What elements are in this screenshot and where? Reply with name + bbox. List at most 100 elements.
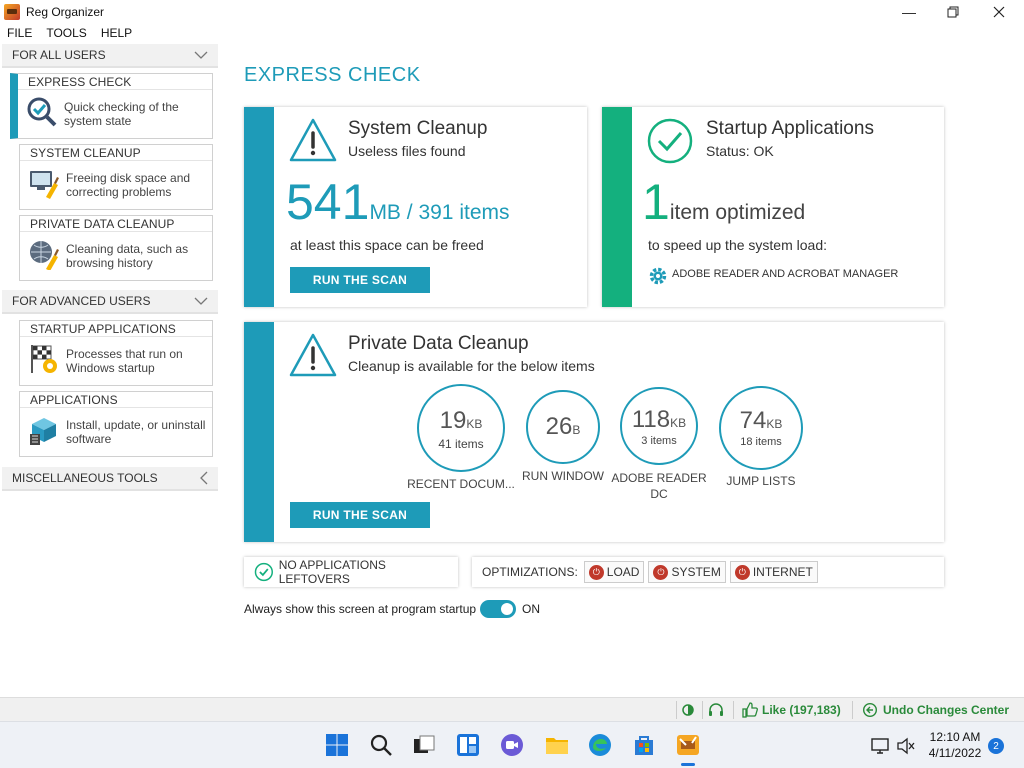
broom-computer-icon	[30, 171, 59, 199]
undo-label: Undo Changes Center	[883, 703, 1010, 717]
circle-label: JUMP LISTS	[726, 474, 796, 488]
undo-icon	[862, 702, 878, 718]
reg-organizer-app-icon[interactable]	[676, 733, 700, 757]
sidebar-item-express-check[interactable]: EXPRESS CHECK Quick checking of the syst…	[10, 73, 213, 139]
run-window-circle[interactable]: 26B	[526, 390, 600, 464]
widgets-icon[interactable]	[456, 733, 480, 757]
close-button[interactable]	[976, 0, 1022, 24]
sidebar-item-desc: Processes that run on Windows startup	[66, 347, 183, 375]
group-for-advanced-users[interactable]: FOR ADVANCED USERS	[2, 290, 218, 314]
circle-value: 74KB	[721, 408, 801, 437]
leftovers-status[interactable]: NO APPLICATIONS LEFTOVERS	[244, 557, 458, 587]
headset-icon	[709, 703, 723, 716]
chevron-down-icon	[194, 51, 208, 59]
store-icon[interactable]	[632, 733, 656, 757]
circle-label: ADOBE READER DC	[611, 471, 707, 501]
card-subtitle: Status: OK	[706, 143, 774, 159]
menu-bar: FILE TOOLS HELP	[0, 24, 139, 42]
support-button[interactable]	[707, 698, 725, 722]
sidebar-item-label: PRIVATE DATA CLEANUP	[30, 217, 175, 231]
card-accent-stripe	[602, 107, 632, 307]
sidebar-item-label: STARTUP APPLICATIONS	[30, 322, 176, 336]
card-subtitle: Cleanup is available for the below items	[348, 358, 595, 374]
notification-badge[interactable]: 2	[988, 738, 1004, 754]
menu-tools[interactable]: TOOLS	[39, 24, 93, 42]
adobe-reader-circle[interactable]: 118KB 3 items	[620, 387, 698, 465]
card-title: Private Data Cleanup	[348, 333, 529, 354]
run-scan-button[interactable]: RUN THE SCAN	[290, 502, 430, 528]
task-view-icon[interactable]	[412, 733, 436, 757]
value-number: 19	[439, 407, 467, 434]
button-label: LOAD	[606, 565, 640, 579]
menu-file[interactable]: FILE	[0, 24, 39, 42]
warning-icon	[289, 333, 337, 377]
restore-icon	[947, 6, 959, 18]
run-scan-button[interactable]: RUN THE SCAN	[290, 267, 430, 293]
title-bar: Reg Organizer	[0, 0, 1024, 24]
button-label: SYSTEM	[671, 565, 721, 579]
power-icon: ⏻	[588, 564, 604, 580]
maximize-button[interactable]	[930, 0, 976, 24]
jump-lists-circle[interactable]: 74KB 18 items	[719, 386, 803, 470]
size-number: 541	[286, 174, 370, 230]
value-number: 26	[545, 413, 573, 440]
card-accent-stripe	[244, 107, 274, 307]
circle-label: RUN WINDOW	[522, 469, 604, 483]
divider	[852, 701, 853, 719]
menu-help[interactable]: HELP	[94, 24, 139, 42]
power-icon: ⏻	[653, 564, 669, 580]
sidebar: FOR ALL USERS EXPRESS CHECK Quick checki…	[0, 44, 220, 696]
page-title: EXPRESS CHECK	[244, 64, 421, 86]
divider	[702, 701, 703, 719]
window-title: Reg Organizer	[26, 5, 105, 19]
optimize-system-button[interactable]: ⏻ SYSTEM	[648, 561, 726, 583]
items-optimized-value: 1item optimized	[642, 173, 805, 231]
clock-date: 4/11/2022	[928, 746, 982, 760]
theme-button[interactable]	[680, 698, 696, 722]
warning-icon	[289, 118, 337, 162]
clock-time: 12:10 AM	[929, 730, 981, 744]
edge-browser-icon[interactable]	[588, 733, 612, 757]
like-button[interactable]: Like (197,183)	[742, 698, 841, 722]
like-count: Like (197,183)	[762, 703, 841, 717]
value-unit: KB	[766, 417, 783, 431]
sidebar-item-startup-applications[interactable]: STARTUP APPLICATIONS Processes that run …	[19, 320, 213, 386]
windows-start-icon[interactable]	[325, 733, 349, 757]
value-number: 74	[739, 407, 767, 434]
undo-changes-center-link[interactable]: Undo Changes Center	[862, 698, 1009, 722]
sidebar-item-desc: Cleaning data, such as browsing history	[66, 242, 189, 270]
taskbar: 12:10 AM 4/11/2022 2	[0, 721, 1024, 768]
divider	[18, 89, 212, 90]
startup-toggle-switch[interactable]	[480, 600, 516, 618]
recent-documents-circle[interactable]: 19KB 41 items	[417, 384, 505, 472]
sidebar-item-system-cleanup[interactable]: SYSTEM CLEANUP Freeing disk space and co…	[19, 144, 213, 210]
sidebar-item-private-data-cleanup[interactable]: PRIVATE DATA CLEANUP Cleaning data, such…	[19, 215, 213, 281]
circle-value: 118KB	[622, 407, 696, 436]
search-icon[interactable]	[369, 733, 393, 757]
group-miscellaneous-tools[interactable]: MISCELLANEOUS TOOLS	[2, 467, 218, 491]
system-clock[interactable]: 12:10 AM 4/11/2022	[920, 729, 990, 761]
sidebar-item-desc: Install, update, or uninstall software	[66, 418, 206, 446]
sidebar-item-label: EXPRESS CHECK	[28, 75, 132, 89]
gear-icon	[649, 267, 667, 285]
power-icon: ⏻	[734, 564, 750, 580]
leftovers-label: NO APPLICATIONS LEFTOVERS	[278, 558, 386, 586]
chat-icon[interactable]	[500, 733, 524, 757]
minimize-button[interactable]: —	[886, 0, 932, 24]
group-for-all-users[interactable]: FOR ALL USERS	[2, 44, 218, 68]
optimize-load-button[interactable]: ⏻ LOAD	[583, 561, 645, 583]
sidebar-item-label: APPLICATIONS	[30, 393, 118, 407]
group-label: FOR ADVANCED USERS	[12, 294, 151, 308]
card-note: to speed up the system load:	[648, 237, 827, 253]
count-number: 1	[642, 174, 670, 230]
volume-muted-icon[interactable]	[896, 736, 916, 756]
network-icon[interactable]	[870, 736, 890, 756]
optimized-app-name: ADOBE READER AND ACROBAT MANAGER	[672, 268, 899, 280]
circle-count: 18 items	[740, 436, 782, 448]
brightness-icon	[682, 704, 694, 716]
value-unit: KB	[670, 416, 687, 430]
optimize-internet-button[interactable]: ⏻ INTERNET	[729, 561, 818, 583]
group-label: FOR ALL USERS	[12, 48, 106, 62]
file-explorer-icon[interactable]	[545, 733, 569, 757]
sidebar-item-applications[interactable]: APPLICATIONS Install, update, or uninsta…	[19, 391, 213, 457]
